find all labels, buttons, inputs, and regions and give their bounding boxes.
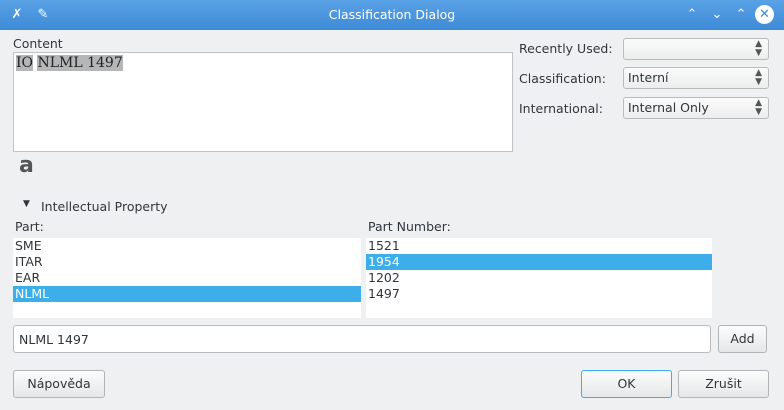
ok-button[interactable]: OK [581,370,672,398]
add-button[interactable]: Add [718,325,767,353]
close-icon[interactable]: ✕ [755,5,774,24]
recently-used-combo[interactable]: ▲ ▼ [623,38,769,60]
content-text-marking: NLML 1497 [37,55,123,71]
font-icon[interactable]: a [19,153,34,178]
title-bar: ✗ ✎ Classification Dialog ⌃ ⌄ ⌃ ✕ [0,0,784,30]
recently-used-label: Recently Used: [519,41,613,56]
part-number-list[interactable]: 1521 1954 1202 1497 [366,238,712,318]
marking-input[interactable]: NLML 1497 [13,325,711,353]
classification-label: Classification: [519,71,606,86]
cancel-button[interactable]: Zrušit [678,370,769,398]
list-item[interactable]: NLML [13,286,361,302]
list-item[interactable]: 1202 [366,270,712,286]
ip-section-label[interactable]: Intellectual Property [41,199,168,214]
content-text-io: IO [16,55,34,71]
list-item[interactable]: 1954 [366,254,712,270]
expand-arrow-icon[interactable]: ▼ [23,199,30,209]
content-text-area[interactable]: IO NLML 1497 [13,52,513,152]
window-title: Classification Dialog [328,7,456,22]
list-item[interactable]: EAR [13,270,361,286]
list-item[interactable]: 1497 [366,286,712,302]
classification-combo[interactable]: Interní ▲ ▼ [623,67,769,89]
help-button[interactable]: Nápověda [13,370,105,398]
updown-icon: ▲ ▼ [755,98,762,117]
content-label: Content [13,36,63,51]
international-label: International: [519,101,603,116]
part-number-label: Part Number: [368,219,451,234]
international-combo[interactable]: Internal Only ▲ ▼ [623,97,769,119]
list-item[interactable]: ITAR [13,254,361,270]
part-list[interactable]: SME ITAR EAR NLML [13,238,361,318]
part-label: Part: [15,219,44,234]
maximize-icon[interactable]: ⌃ [732,6,750,24]
keep-above-icon[interactable]: ⌃ [683,6,701,24]
list-item[interactable]: 1521 [366,238,712,254]
list-item[interactable]: SME [13,238,361,254]
minimize-icon[interactable]: ⌄ [708,6,726,24]
updown-icon: ▲ ▼ [755,68,762,87]
updown-icon: ▲ ▼ [755,39,762,58]
